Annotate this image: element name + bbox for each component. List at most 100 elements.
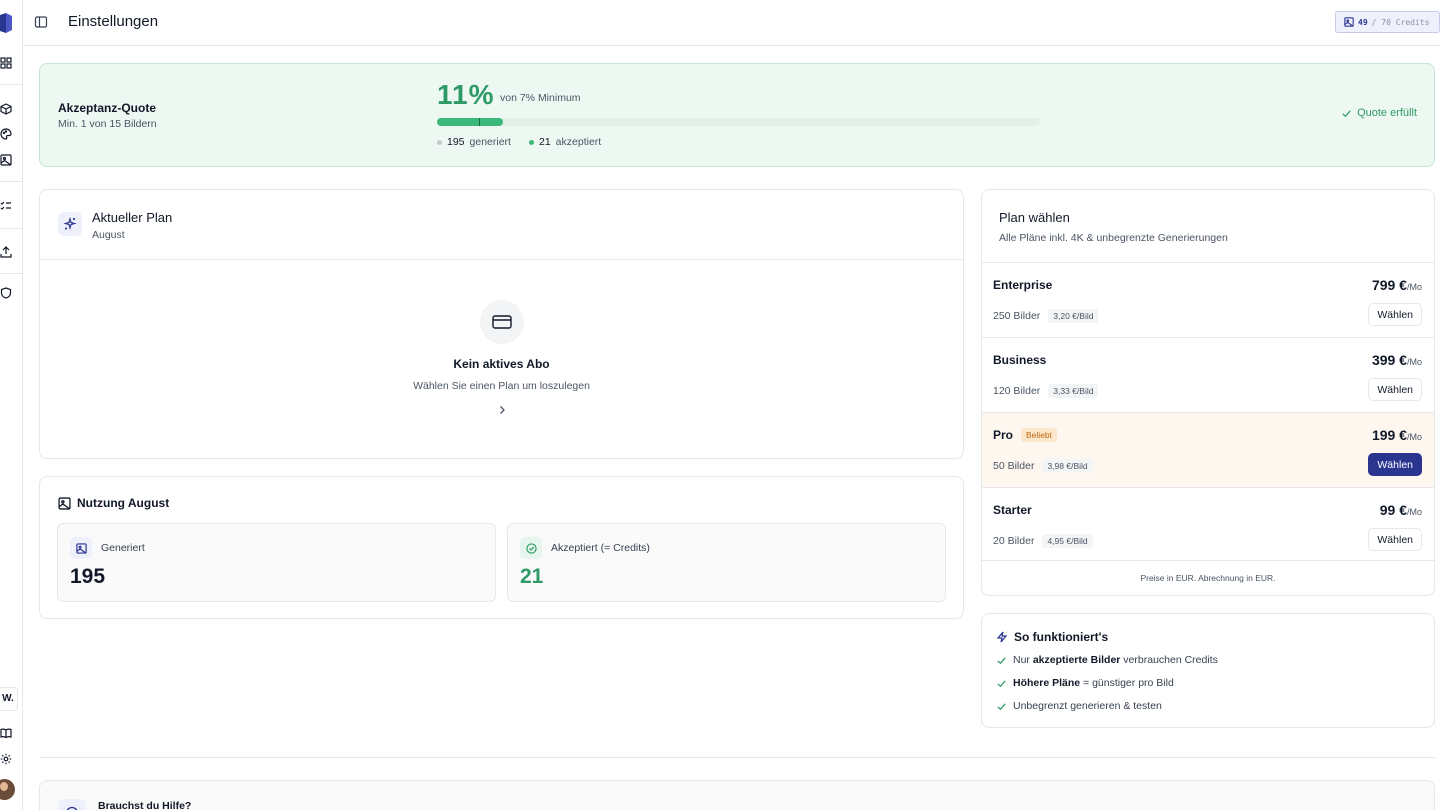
plan-images: 250 Bilder 3,20 €/Bild [993, 309, 1099, 323]
plan-price: 399 €/Mo [1372, 352, 1422, 368]
accepted-dot [528, 139, 534, 145]
plan-images: 120 Bilder 3,33 €/Bild [993, 384, 1099, 398]
help-title: Brauchst du Hilfe? [98, 800, 192, 810]
shield-icon[interactable] [0, 287, 12, 299]
plan-images: 20 Bilder 4,95 €/Bild [993, 534, 1093, 548]
plan-row-starter: Starter 99 €/Mo 20 Bilder 4,95 €/Bild Wäh… [982, 487, 1434, 562]
empty-state-title: Kein aktives Abo [453, 357, 550, 371]
how-item: Nur akzeptierte Bilder verbrauchen Credi… [996, 654, 1218, 666]
sparkles-icon [58, 212, 82, 236]
how-title-label: So funktioniert's [1014, 630, 1109, 644]
plan-price-unit: /Mo [1406, 282, 1422, 292]
chevron-right-icon[interactable] [496, 404, 508, 416]
plan-row-pro: Pro Beliebt 199 €/Mo 50 Bilder 3,98 €/Bild… [982, 412, 1434, 487]
quota-minimum-marker [479, 118, 481, 126]
plan-name-label: Business [993, 353, 1047, 367]
quota-legend: 195 generiert 21 akzeptiert [437, 136, 601, 148]
plan-price-value: 399 € [1371, 352, 1407, 368]
avatar[interactable] [0, 779, 15, 800]
stat-generated: Generiert 195 [57, 523, 496, 602]
stat-accepted: Akzeptiert (= Credits) 21 [507, 523, 946, 602]
dashboard-icon[interactable] [0, 57, 12, 69]
quota-subtitle: Min. 1 von 15 Bildern [58, 118, 157, 130]
workspace-switcher[interactable]: W. [0, 687, 18, 711]
how-item-pre: Nur [1013, 654, 1033, 666]
how-title: So funktioniert's [996, 630, 1108, 644]
box-icon[interactable] [0, 103, 12, 115]
quota-status: Quote erfüllt [1341, 107, 1417, 119]
plan-name-label: Enterprise [993, 278, 1053, 292]
plan-price: 99 €/Mo [1380, 502, 1422, 518]
plan-images-count: 250 Bilder [993, 310, 1041, 322]
plan-price: 199 €/Mo [1372, 427, 1422, 443]
plan-images-count: 20 Bilder [993, 535, 1035, 547]
generated-dot [437, 139, 442, 145]
popular-badge: Beliebt [1021, 428, 1058, 442]
current-plan-header: Aktueller Plan August [40, 190, 963, 260]
quota-progress-fill [437, 118, 504, 126]
plan-name-label: Pro [993, 428, 1014, 442]
sidebar: W. [0, 0, 23, 810]
quota-minimum: von 7% Minimum [500, 92, 581, 104]
quota-status-label: Quote erfüllt [1357, 107, 1417, 119]
plans-title: Plan wählen [999, 210, 1070, 225]
how-item-text: Nur akzeptierte Bilder verbrauchen Credi… [1013, 654, 1218, 666]
plan-name: Business [993, 353, 1046, 367]
current-plan-month: August [92, 229, 125, 241]
legend-generated: 195 generiert [437, 136, 511, 148]
plan-name-label: Starter [993, 503, 1032, 517]
palette-icon[interactable] [0, 128, 12, 140]
image-icon[interactable] [0, 154, 12, 166]
how-item: Höhere Pläne = günstiger pro Bild [996, 677, 1174, 689]
upload-icon[interactable] [0, 246, 12, 258]
quota-title: Akzeptanz-Quote [58, 101, 157, 115]
stat-generated-label: Generiert [101, 542, 145, 554]
gear-icon[interactable] [0, 753, 12, 765]
checklist-icon[interactable] [0, 200, 12, 212]
plan-images-count: 50 Bilder [993, 460, 1035, 472]
credits-used: 49 [1358, 17, 1368, 27]
plan-per-image: 3,20 €/Bild [1048, 309, 1099, 323]
check-icon [997, 679, 1006, 687]
page-title: Einstellungen [68, 13, 159, 30]
plan-price-unit: /Mo [1406, 432, 1422, 442]
how-item-text: Unbegrenzt generieren & testen [1013, 700, 1162, 712]
plan-chooser-card: Plan wählen Alle Pläne inkl. 4K & unbegr… [981, 189, 1435, 596]
plan-per-image: 3,33 €/Bild [1048, 384, 1099, 398]
plan-price-value: 199 € [1371, 427, 1407, 443]
divider [39, 757, 1435, 758]
how-item-text: Höhere Pläne = günstiger pro Bild [1013, 677, 1174, 689]
current-plan-title: Aktueller Plan [92, 210, 173, 225]
check-icon [997, 702, 1006, 710]
sidebar-toggle-icon[interactable] [34, 15, 48, 29]
usage-header: Nutzung August [58, 496, 169, 510]
credits-badge[interactable]: 49 / 70 Credits [1335, 11, 1440, 33]
choose-starter-button[interactable]: Wählen [1368, 528, 1422, 551]
plan-price-unit: /Mo [1406, 357, 1422, 367]
choose-pro-button[interactable]: Wählen [1368, 453, 1422, 476]
plan-price-unit: /Mo [1406, 507, 1422, 517]
plan-per-image: 3,98 €/Bild [1042, 459, 1093, 473]
stat-generated-value: 195 [70, 565, 106, 588]
credits-total: / 70 Credits [1371, 17, 1430, 27]
how-item-bold: Höhere Pläne [1013, 677, 1081, 689]
logo[interactable] [0, 13, 12, 33]
plan-name: Enterprise [993, 278, 1052, 292]
choose-enterprise-button[interactable]: Wählen [1368, 303, 1422, 326]
accepted-label: akzeptiert [555, 136, 602, 148]
generated-label: generiert [469, 136, 511, 148]
plan-price-value: 799 € [1371, 277, 1407, 293]
quota-percent: 11% [437, 79, 495, 110]
book-icon[interactable] [0, 727, 12, 739]
acceptance-quota-banner: Akzeptanz-Quote Min. 1 von 15 Bildern 11… [39, 63, 1435, 167]
how-item-bold: akzeptierte Bilder [1032, 654, 1121, 666]
how-item-post: = günstiger pro Bild [1080, 677, 1174, 689]
choose-business-button[interactable]: Wählen [1368, 378, 1422, 401]
how-item-post: verbrauchen Credits [1120, 654, 1218, 666]
zap-icon [996, 631, 1008, 643]
check-icon [1342, 109, 1351, 117]
header: Einstellungen 49 / 70 Credits [23, 0, 1440, 46]
plan-row-business: Business 399 €/Mo 120 Bilder 3,33 €/Bild … [982, 337, 1434, 412]
image-icon [58, 496, 71, 510]
how-item: Unbegrenzt generieren & testen [996, 700, 1162, 712]
